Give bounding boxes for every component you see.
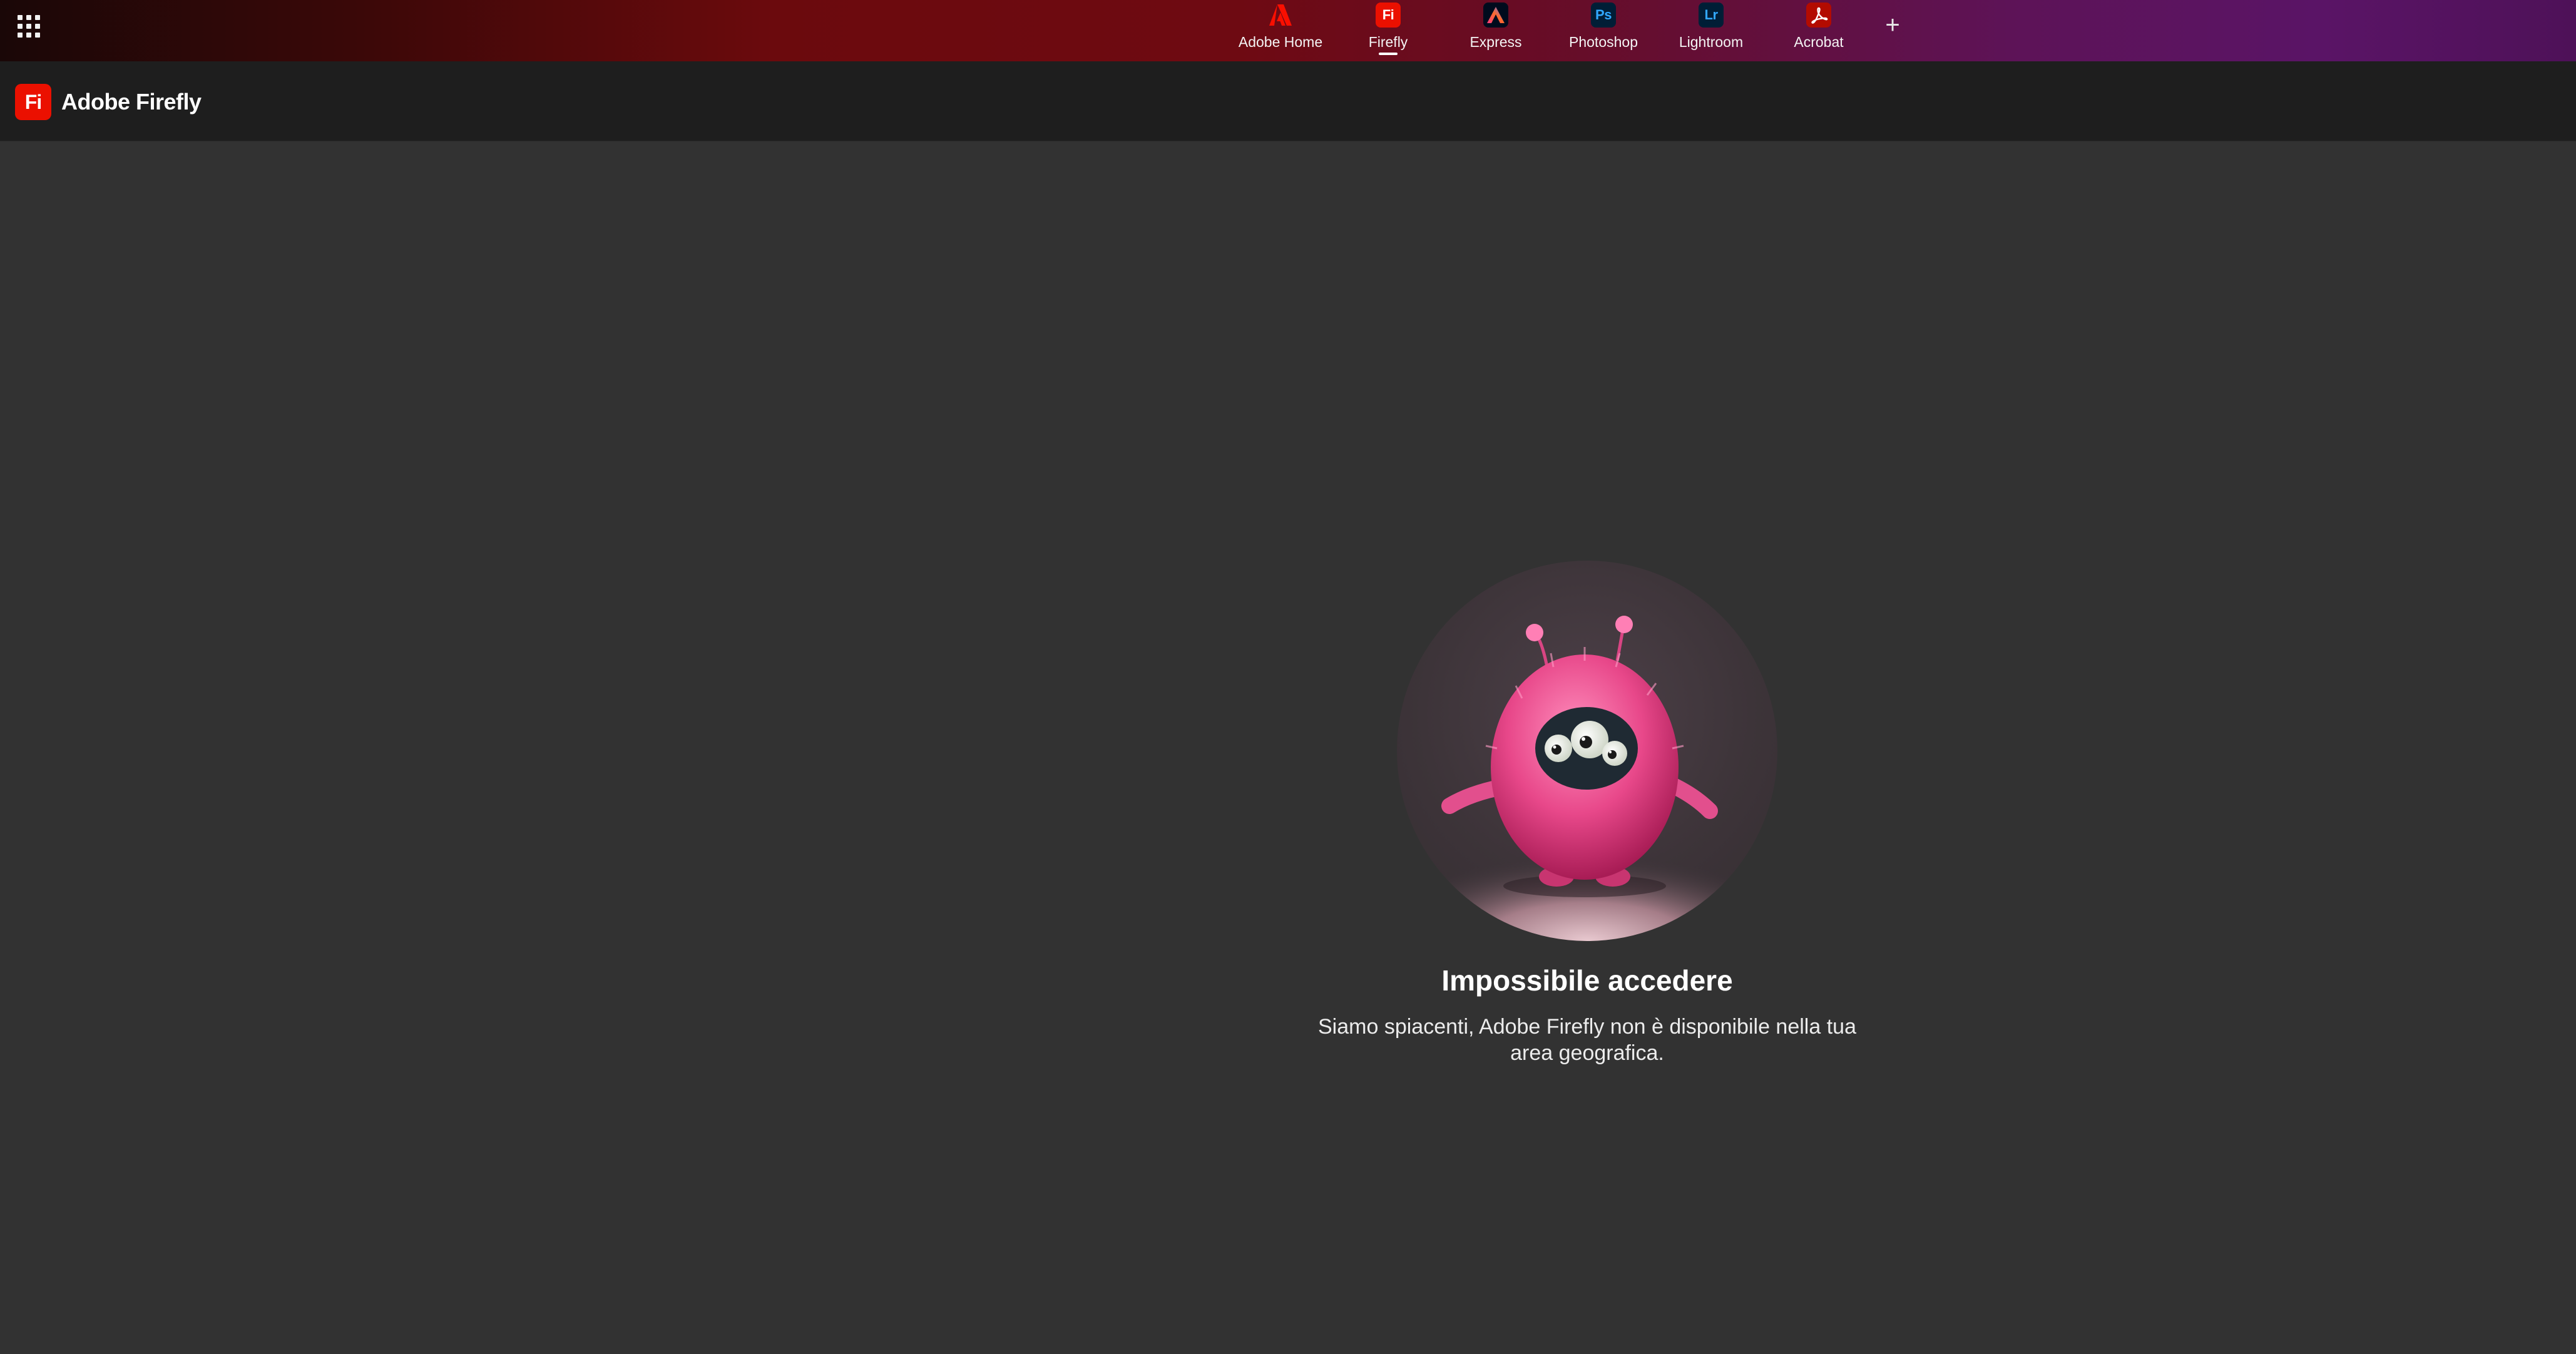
app-switcher-bar: Adobe Home Fi Firefly Express Ps Photosh… [0, 0, 2576, 61]
app-header: Fi Adobe Firefly [0, 61, 2576, 141]
express-icon [1483, 3, 1508, 28]
acrobat-icon [1806, 3, 1831, 28]
firefly-logo-icon: Fi [15, 84, 51, 120]
app-tab-label: Acrobat [1794, 34, 1844, 50]
app-tab-label: Photoshop [1569, 34, 1638, 50]
adobe-logo-icon [1268, 3, 1293, 28]
pink-monster-illustration [1397, 561, 1777, 941]
app-tab-label: Firefly [1368, 34, 1408, 50]
error-message: Siamo spiacenti, Adobe Firefly non è dis… [1318, 1015, 1856, 1065]
lightroom-icon: Lr [1699, 3, 1724, 28]
app-tab-photoshop[interactable]: Ps Photoshop [1550, 0, 1657, 61]
app-tab-acrobat[interactable]: Acrobat [1765, 0, 1873, 61]
app-tab-label: Lightroom [1679, 34, 1744, 50]
firefly-icon: Fi [1376, 3, 1401, 28]
app-tab-label: Adobe Home [1238, 34, 1323, 50]
main-content: Impossibile accedere Siamo spiacenti, Ad… [0, 141, 2576, 1354]
app-tab-firefly[interactable]: Fi Firefly [1334, 0, 1442, 61]
app-tab-express[interactable]: Express [1442, 0, 1550, 61]
brand-home-link[interactable]: Fi Adobe Firefly [15, 84, 202, 120]
app-tab-adobe-home[interactable]: Adobe Home [1227, 0, 1334, 61]
app-tab-label: Express [1469, 34, 1522, 50]
error-panel: Impossibile accedere Siamo spiacenti, Ad… [1274, 561, 1900, 1066]
app-name: Adobe Firefly [61, 89, 202, 115]
app-switcher-list: Adobe Home Fi Firefly Express Ps Photosh… [1227, 0, 1911, 61]
add-app-button[interactable]: + [1874, 0, 1911, 50]
error-title: Impossibile accedere [1441, 964, 1733, 997]
app-tab-lightroom[interactable]: Lr Lightroom [1657, 0, 1765, 61]
photoshop-icon: Ps [1591, 3, 1616, 28]
app-grid-icon[interactable] [18, 15, 41, 39]
